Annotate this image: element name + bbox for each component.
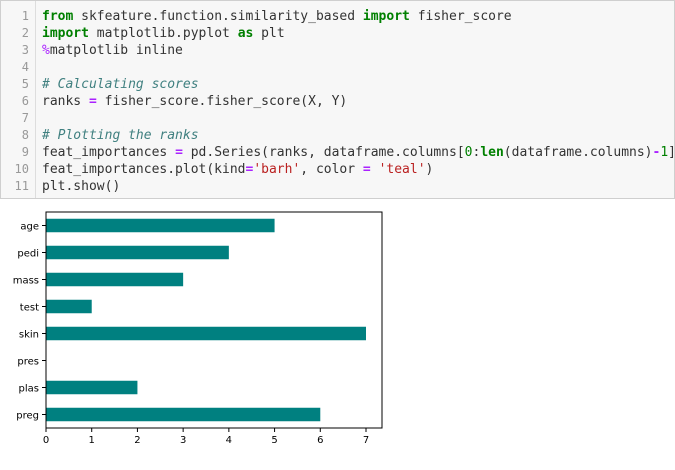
code-token: pd.Series(ranks, dataframe.columns[ — [182, 145, 465, 160]
code-text: %matplotlib inline — [42, 42, 183, 59]
code-text: ranks = fisher_score.fisher_score(X, Y) — [42, 93, 347, 110]
code-token: import — [42, 26, 89, 41]
code-token: = — [88, 94, 97, 109]
x-tick-label: 0 — [43, 435, 49, 446]
line-number: 8 — [21, 128, 29, 142]
y-tick-label: test — [20, 303, 39, 314]
bar — [46, 407, 321, 422]
output-area: preg plas pres skin test mass pedi age 0 1 2 3 4 5 6 7 — [0, 200, 675, 466]
code-token: len — [480, 145, 504, 160]
bar — [46, 326, 366, 341]
code-line[interactable]: 10 feat_importances.plot(kind = 'barh', col… — [1, 161, 674, 178]
code-token: feat_importances — [42, 145, 176, 160]
y-tick-label: plas — [19, 384, 39, 395]
bar — [46, 380, 138, 395]
code-token: fisher_score — [409, 9, 512, 24]
barh-chart: preg plas pres skin test mass pedi age 0 1 2 3 4 5 6 7 — [13, 211, 383, 446]
code-token: as — [237, 26, 254, 41]
code-line[interactable]: 4 — [1, 59, 674, 76]
code-token: fisher_score.fisher_score(X, Y) — [96, 94, 348, 109]
y-tick-label: preg — [16, 411, 39, 422]
code-token: 'teal' — [378, 162, 426, 177]
code-text: feat_importances = pd.Series(ranks, data… — [42, 144, 674, 161]
code-token: # Plotting the ranks — [42, 128, 199, 143]
code-token: 'barh' — [253, 162, 301, 177]
bar — [46, 218, 275, 233]
code-text: # Calculating scores — [42, 76, 199, 93]
code-line[interactable]: 3 %matplotlib inline — [1, 42, 674, 59]
line-number: 10 — [14, 162, 29, 176]
line-number: 11 — [14, 179, 29, 193]
code-token: , color — [300, 162, 363, 177]
line-number: 4 — [21, 60, 29, 74]
code-token: ranks — [42, 94, 89, 109]
code-text: import matplotlib.pyplot as plt — [42, 25, 285, 42]
code-token: matplotlib.pyplot — [88, 26, 238, 41]
x-tick-label: 5 — [271, 435, 277, 446]
code-cell[interactable]: 1 from skfeature.function.similarity_base… — [0, 0, 675, 199]
code-token: = — [175, 145, 183, 160]
y-tick-label: mass — [13, 276, 39, 287]
code-text: from skfeature.function.similarity_based… — [42, 8, 512, 25]
x-tick-label: 2 — [134, 435, 140, 446]
y-tick-label: age — [20, 222, 39, 233]
code-line[interactable]: 7 — [1, 110, 674, 127]
x-tick-label: 3 — [180, 435, 186, 446]
line-number: 3 — [21, 43, 29, 57]
line-number: 1 — [21, 9, 29, 23]
code-line[interactable]: 6 ranks = fisher_score.fisher_score(X, Y) — [1, 93, 674, 110]
code-token: import — [362, 9, 410, 24]
code-line[interactable]: 9 feat_importances = pd.Series(ranks, dat… — [1, 144, 674, 161]
x-tick-label: 6 — [317, 435, 323, 446]
line-number: 2 — [21, 26, 29, 40]
code-line[interactable]: 2 import matplotlib.pyplot as plt — [1, 25, 674, 42]
x-tick-label: 1 — [89, 435, 95, 446]
code-token: ]) — [668, 145, 674, 160]
line-number: 6 — [21, 94, 29, 108]
code-token: = — [362, 162, 371, 177]
x-tick-label: 4 — [226, 435, 232, 446]
code-text: feat_importances.plot(kind = 'barh', color… — [42, 161, 433, 178]
y-tick-label: pres — [17, 357, 39, 368]
code-token: ) — [425, 162, 434, 177]
code-token: # Calculating scores — [42, 77, 199, 92]
code-line[interactable]: 11 plt.show() — [1, 178, 674, 195]
bar — [46, 245, 229, 260]
line-number: 7 — [21, 111, 29, 125]
y-tick-label: pedi — [17, 249, 39, 260]
code-token: matplotlib inline — [49, 43, 183, 58]
bar — [46, 272, 184, 287]
code-text: # Plotting the ranks — [42, 127, 199, 144]
axes-frame — [45, 211, 383, 429]
code-token: skfeature.function.similarity_based — [73, 9, 363, 24]
code-line[interactable]: 5 # Calculating scores — [1, 76, 674, 93]
code-text: plt.show() — [42, 178, 120, 195]
code-line[interactable]: 8 # Plotting the ranks — [1, 127, 674, 144]
code-token: from — [42, 9, 74, 24]
code-token: % — [42, 43, 50, 58]
line-number: 9 — [21, 145, 29, 159]
code-token: feat_importances.plot(kind — [42, 162, 246, 177]
y-tick-label: skin — [19, 330, 39, 341]
x-tick-label: 7 — [363, 435, 369, 446]
code-token: plt.show() — [42, 179, 121, 194]
code-token: (dataframe.columns) — [503, 145, 653, 160]
bar — [46, 299, 92, 314]
code-line[interactable]: 1 from skfeature.function.similarity_base… — [1, 8, 674, 25]
line-number: 5 — [21, 77, 29, 91]
code-token: plt — [253, 26, 285, 41]
code-editor[interactable]: 1 from skfeature.function.similarity_base… — [1, 8, 674, 195]
code-token: 1 — [660, 145, 669, 160]
